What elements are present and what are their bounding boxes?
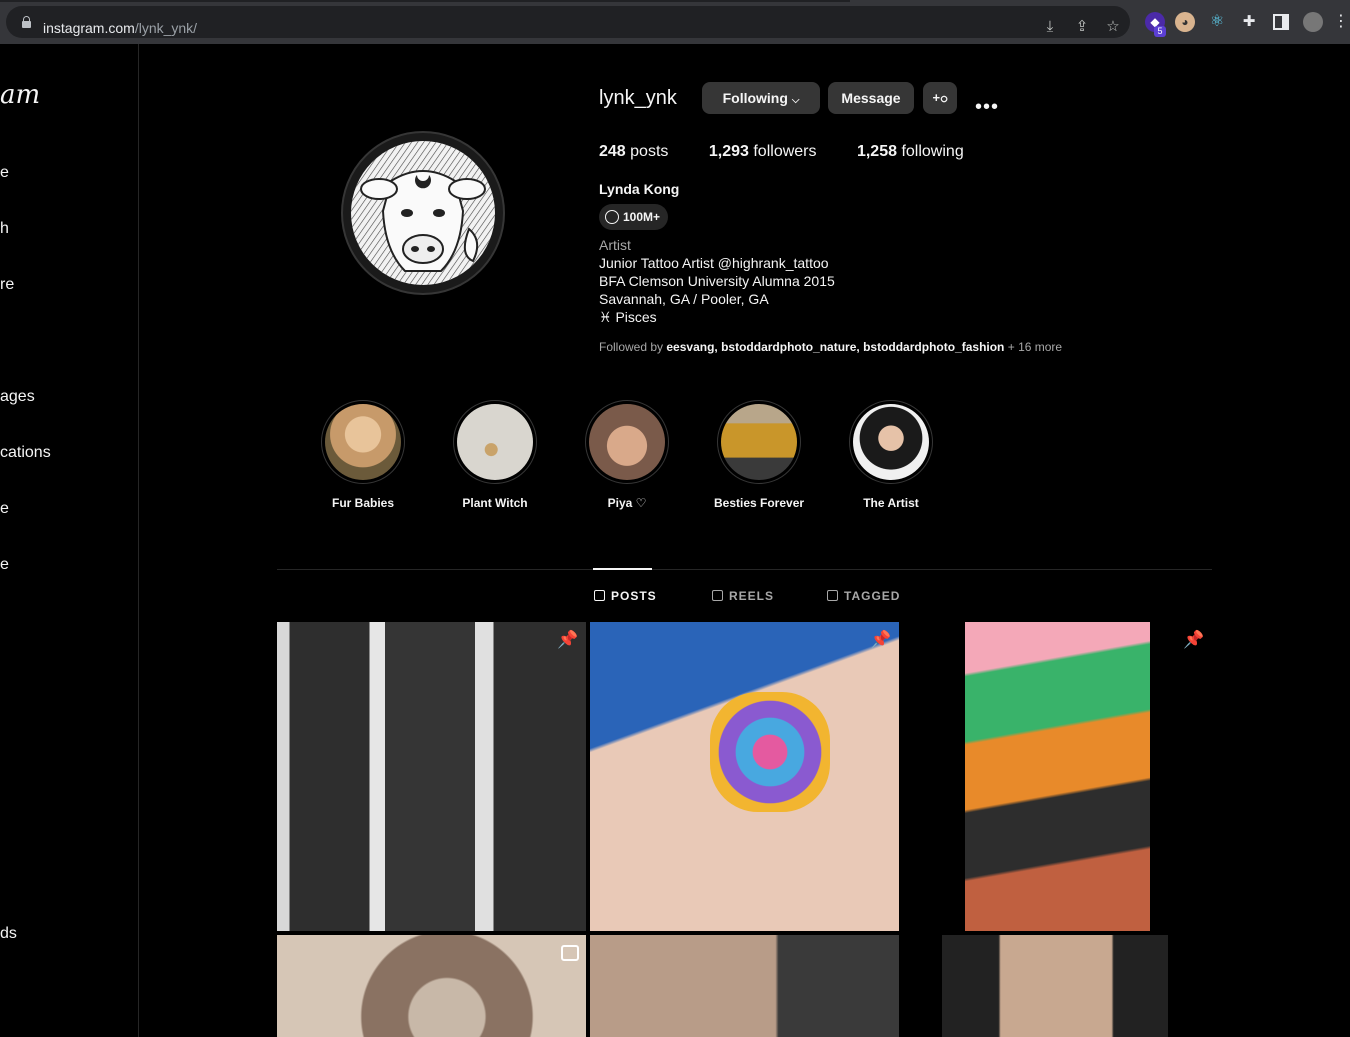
sidebar-item-explore[interactable]: re (0, 276, 14, 294)
post-tile[interactable] (942, 935, 1168, 1037)
browser-toolbar: instagram.com/lynk_ynk/ ⤓ ⇪ ☆ ◆ 5 ◕ ⚛ ✚ … (0, 0, 1350, 44)
threads-badge-label: 100M+ (623, 210, 661, 224)
sidebar-item-home[interactable]: e (0, 164, 9, 182)
followed-by-prefix: Followed by (599, 340, 664, 354)
highlight-item[interactable]: Besties Forever (714, 400, 804, 510)
followed-by-more[interactable]: + 16 more (1008, 340, 1062, 354)
profile-full-name: Lynda Kong (599, 181, 680, 197)
bookmark-star-icon[interactable]: ☆ (1104, 18, 1122, 36)
tabs-divider (277, 569, 1212, 570)
following-button-label: Following (722, 90, 788, 106)
highlight-label: Piya ♡ (607, 496, 647, 510)
highlight-ring (849, 400, 933, 484)
sidebar-divider (138, 44, 139, 1037)
followed-by[interactable]: Followed by eesvang, bstoddardphoto_natu… (599, 340, 1062, 354)
bio-line: Junior Tattoo Artist @highrank_tattoo (599, 255, 829, 271)
sidebar-item-profile[interactable]: e (0, 556, 9, 574)
tab-tagged[interactable]: TAGGED (827, 589, 900, 603)
post-tile[interactable] (965, 622, 1150, 931)
tab-posts[interactable]: POSTS (594, 589, 657, 603)
grid-icon (594, 590, 605, 601)
profile-avatar[interactable] (341, 131, 505, 295)
url-text[interactable]: instagram.com/lynk_ynk/ (43, 20, 197, 36)
post-tile[interactable] (277, 935, 586, 1037)
more-options-icon[interactable]: ••• (975, 96, 999, 119)
highlight-ring (585, 400, 669, 484)
bio-line: Savannah, GA / Pooler, GA (599, 291, 769, 307)
address-bar[interactable]: instagram.com/lynk_ynk/ ⤓ ⇪ ☆ (6, 6, 1130, 38)
tab-posts-label: POSTS (611, 589, 657, 603)
tab-tagged-label: TAGGED (844, 589, 901, 603)
avatar-image (351, 141, 495, 285)
url-path: /lynk_ynk/ (134, 20, 198, 36)
highlight-item[interactable]: Fur Babies (318, 400, 408, 510)
tab-reels-label: REELS (729, 589, 775, 603)
suggest-users-button[interactable]: +ဝ (923, 82, 957, 114)
sidebar-item-threads[interactable]: ds (0, 925, 17, 943)
following-stat[interactable]: 1,258 following (857, 143, 964, 160)
highlight-label: Fur Babies (331, 496, 394, 510)
extension-badge: 5 (1154, 26, 1166, 37)
highlight-friends-photo (721, 404, 797, 480)
bio-line: BFA Clemson University Alumna 2015 (599, 273, 835, 289)
instagram-logo[interactable]: am (0, 80, 40, 110)
highlight-ring (321, 400, 405, 484)
reel-icon (561, 945, 579, 961)
post-dinosaur-shape (710, 692, 830, 812)
url-domain: instagram.com (43, 20, 135, 36)
highlight-artist-photo (853, 404, 929, 480)
sidebar-item-notifications[interactable]: cations (0, 444, 51, 462)
profile-stats: 248 posts 1,293 followers 1,258 followin… (599, 143, 964, 161)
tab-strip-edge (0, 0, 850, 2)
menu-kebab-icon[interactable]: ⋮ (1333, 12, 1349, 32)
followed-by-names[interactable]: eesvang, bstoddardphoto_nature, bstoddar… (666, 340, 1004, 354)
highlight-hands-photo (589, 404, 665, 480)
posts-stat: 248 posts (599, 143, 669, 160)
extensions-puzzle-icon[interactable]: ✚ (1239, 12, 1259, 32)
message-button[interactable]: Message (828, 82, 914, 114)
highlight-label: Besties Forever (714, 496, 805, 510)
lock-icon[interactable] (22, 16, 31, 28)
following-button[interactable]: Following ⌵ (702, 82, 820, 114)
extension-icon-face[interactable]: ◕ (1175, 12, 1195, 32)
followers-stat[interactable]: 1,293 followers (709, 143, 817, 160)
pin-icon: 📌 (1183, 630, 1205, 649)
profile-category: Artist (599, 237, 631, 253)
profile-username: lynk_ynk (599, 87, 677, 109)
sidebar-item-search[interactable]: h (0, 220, 9, 238)
chevron-down-icon: ⌵ (791, 95, 800, 106)
side-panel-icon[interactable] (1271, 12, 1291, 32)
highlight-label: Plant Witch (462, 496, 528, 510)
add-person-icon: +ဝ (932, 90, 948, 105)
highlight-plant-photo (457, 404, 533, 480)
sidebar-item-messages[interactable]: ages (0, 388, 35, 406)
active-tab-indicator (593, 568, 652, 570)
sidebar-item-create[interactable]: e (0, 500, 9, 518)
post-tile[interactable]: 📌 (590, 622, 899, 931)
highlight-item[interactable]: Piya ♡ (582, 400, 672, 510)
reels-icon (712, 590, 723, 601)
react-devtools-icon[interactable]: ⚛ (1207, 12, 1227, 32)
install-app-icon[interactable]: ⤓ (1041, 18, 1059, 36)
highlight-label: The Artist (863, 496, 919, 510)
tab-reels[interactable]: REELS (712, 589, 774, 603)
highlight-item[interactable]: The Artist (846, 400, 936, 510)
tagged-icon (827, 590, 838, 601)
highlight-dog-photo (325, 404, 401, 480)
threads-icon (605, 210, 619, 224)
highlight-ring (453, 400, 537, 484)
share-icon[interactable]: ⇪ (1073, 18, 1091, 36)
profile-avatar-icon[interactable] (1303, 12, 1323, 32)
highlight-item[interactable]: Plant Witch (450, 400, 540, 510)
pin-icon: 📌 (870, 630, 892, 649)
highlight-ring (717, 400, 801, 484)
post-tile[interactable]: 📌 (277, 622, 586, 931)
bio-line: ♓ Pisces (599, 309, 657, 325)
post-tile[interactable] (590, 935, 899, 1037)
threads-badge[interactable]: 100M+ (599, 204, 669, 230)
pin-icon: 📌 (557, 630, 579, 649)
